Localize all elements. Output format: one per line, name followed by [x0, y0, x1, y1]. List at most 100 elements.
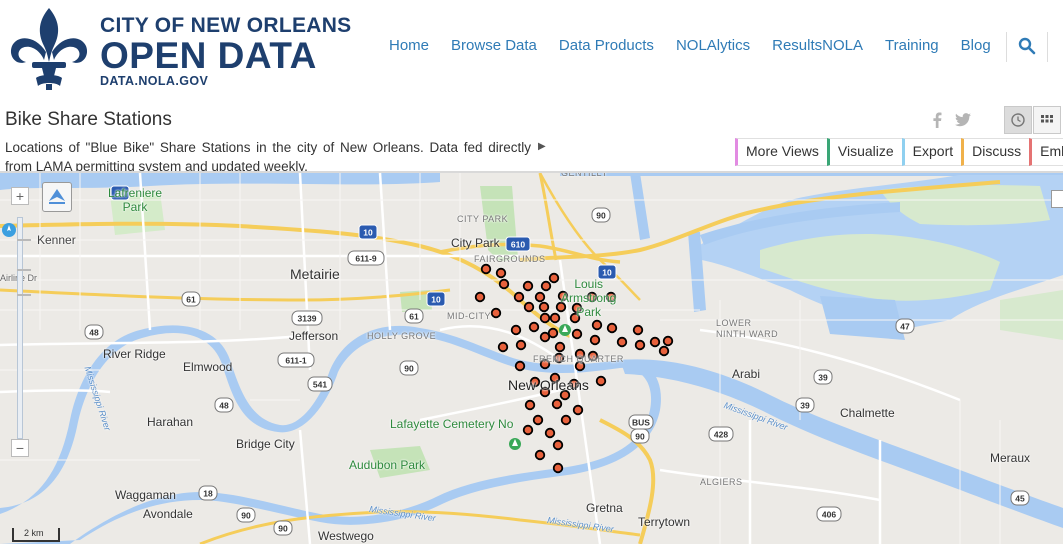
bike-station-marker[interactable] — [522, 280, 534, 292]
export-button[interactable]: Export — [901, 138, 962, 166]
bike-station-marker[interactable] — [534, 291, 546, 303]
svg-text:47: 47 — [900, 322, 910, 332]
zoom-slider-track[interactable] — [17, 217, 23, 439]
logo-url: DATA.NOLA.GOV — [100, 74, 209, 88]
more-views-button[interactable]: More Views — [735, 138, 827, 166]
bike-station-marker[interactable] — [528, 321, 540, 333]
map-label: Lafreniere Park — [108, 186, 163, 214]
bike-station-marker[interactable] — [571, 328, 583, 340]
bike-station-marker[interactable] — [474, 291, 486, 303]
bike-station-marker[interactable] — [649, 336, 661, 348]
bike-station-marker[interactable] — [532, 414, 544, 426]
bike-station-marker[interactable] — [549, 312, 561, 324]
search-icon[interactable] — [1017, 36, 1037, 56]
site-header: CITY OF NEW ORLEANS OPEN DATA DATA.NOLA.… — [0, 0, 1063, 96]
svg-text:3139: 3139 — [298, 314, 317, 324]
bike-station-marker[interactable] — [551, 398, 563, 410]
bike-station-marker[interactable] — [554, 341, 566, 353]
bike-station-marker[interactable] — [538, 301, 550, 313]
site-logo[interactable]: CITY OF NEW ORLEANS OPEN DATA DATA.NOLA.… — [100, 14, 352, 88]
bike-station-marker[interactable] — [616, 336, 628, 348]
highway-shield-icon: 39 — [795, 397, 815, 413]
highway-shield-icon: 3139 — [291, 310, 323, 326]
bike-station-marker[interactable] — [522, 424, 534, 436]
canal — [630, 173, 650, 240]
bike-station-marker[interactable] — [572, 404, 584, 416]
bike-station-marker[interactable] — [513, 291, 525, 303]
bike-station-marker[interactable] — [658, 345, 670, 357]
svg-text:90: 90 — [596, 211, 606, 221]
bike-station-marker[interactable] — [515, 339, 527, 351]
zoom-slider-tick — [17, 269, 31, 271]
nav-nolalytics[interactable]: NOLAlytics — [676, 37, 750, 57]
nav-data-products[interactable]: Data Products — [559, 37, 654, 57]
highway-shield-icon: 61 — [404, 308, 424, 324]
discuss-button[interactable]: Discuss — [961, 138, 1030, 166]
map-label: River Ridge — [103, 347, 166, 361]
bike-station-marker[interactable] — [524, 399, 536, 411]
bike-station-marker[interactable] — [480, 263, 492, 275]
map-label: ALGIERS — [700, 477, 743, 487]
highway-shield-icon: 90 — [630, 428, 650, 444]
dataset-title: Bike Share Stations — [5, 109, 172, 130]
bike-station-marker[interactable] — [544, 427, 556, 439]
grid-view-button[interactable] — [1033, 106, 1061, 134]
nav-divider — [1006, 32, 1007, 62]
embed-button[interactable]: Emb — [1029, 138, 1063, 166]
bike-station-marker[interactable] — [595, 375, 607, 387]
zoom-control: + − — [8, 187, 32, 459]
bike-station-marker[interactable] — [498, 278, 510, 290]
bike-station-marker[interactable] — [591, 319, 603, 331]
bike-station-marker[interactable] — [523, 301, 535, 313]
bike-station-marker[interactable] — [510, 324, 522, 336]
map-label: Louis Armstrong Park — [561, 277, 617, 319]
dataset-description: Locations of "Blue Bike" Share Stations … — [5, 140, 531, 172]
bike-station-marker[interactable] — [490, 307, 502, 319]
bike-station-marker[interactable] — [632, 324, 644, 336]
map-label: Waggaman — [115, 488, 176, 502]
nav-blog[interactable]: Blog — [961, 37, 991, 57]
timeline-view-button[interactable] — [1004, 106, 1032, 134]
bike-station-marker[interactable] — [552, 439, 564, 451]
fleur-de-lis-logo-icon[interactable] — [6, 6, 92, 92]
highway-shield-icon: 90 — [399, 360, 419, 376]
dataset-action-bar: More Views Visualize Export Discuss Emb — [735, 138, 1063, 166]
facebook-icon[interactable] — [931, 112, 943, 128]
bike-station-marker[interactable] — [539, 312, 551, 324]
zoom-slider-tick — [17, 294, 31, 296]
bike-station-marker[interactable] — [560, 414, 572, 426]
map-label: GENTILLY — [561, 173, 608, 178]
map-label: Elmwood — [183, 360, 233, 374]
map-label: FAIRGROUNDS — [474, 254, 546, 264]
map-label: Bridge City — [236, 437, 295, 451]
nav-home[interactable]: Home — [389, 37, 429, 57]
bike-station-marker[interactable] — [495, 267, 507, 279]
bike-station-marker[interactable] — [662, 335, 674, 347]
zoom-out-button[interactable]: − — [11, 439, 29, 457]
highway-shield-icon: 610 — [505, 236, 531, 252]
visualize-button[interactable]: Visualize — [826, 138, 902, 166]
map-home-button[interactable] — [42, 182, 72, 212]
bike-station-marker[interactable] — [539, 331, 551, 343]
nav-training[interactable]: Training — [885, 37, 939, 57]
bike-station-marker[interactable] — [534, 449, 546, 461]
bike-station-marker[interactable] — [589, 334, 601, 346]
bike-station-marker[interactable] — [540, 280, 552, 292]
bike-station-marker[interactable] — [606, 322, 618, 334]
twitter-icon[interactable] — [955, 113, 971, 127]
map-layer-toggle[interactable] — [1051, 190, 1063, 208]
bike-station-marker[interactable] — [548, 272, 560, 284]
expand-description-icon[interactable]: ▶ — [538, 141, 546, 152]
zoom-in-button[interactable]: + — [11, 187, 29, 205]
svg-text:61: 61 — [409, 312, 419, 322]
scale-label: 2 km — [24, 528, 44, 538]
highway-shield-icon: 90 — [236, 507, 256, 523]
highway-shield-icon: 48 — [84, 324, 104, 340]
bike-station-marker[interactable] — [634, 339, 646, 351]
nav-browse-data[interactable]: Browse Data — [451, 37, 537, 57]
bike-station-marker[interactable] — [514, 360, 526, 372]
bike-station-marker[interactable] — [552, 462, 564, 474]
map-view[interactable]: 10 610 10 61 3139 611-9 10 61 48 611-1 90 541 48 90 39… — [0, 173, 1063, 544]
bike-station-marker[interactable] — [497, 341, 509, 353]
nav-resultsnola[interactable]: ResultsNOLA — [772, 37, 863, 57]
